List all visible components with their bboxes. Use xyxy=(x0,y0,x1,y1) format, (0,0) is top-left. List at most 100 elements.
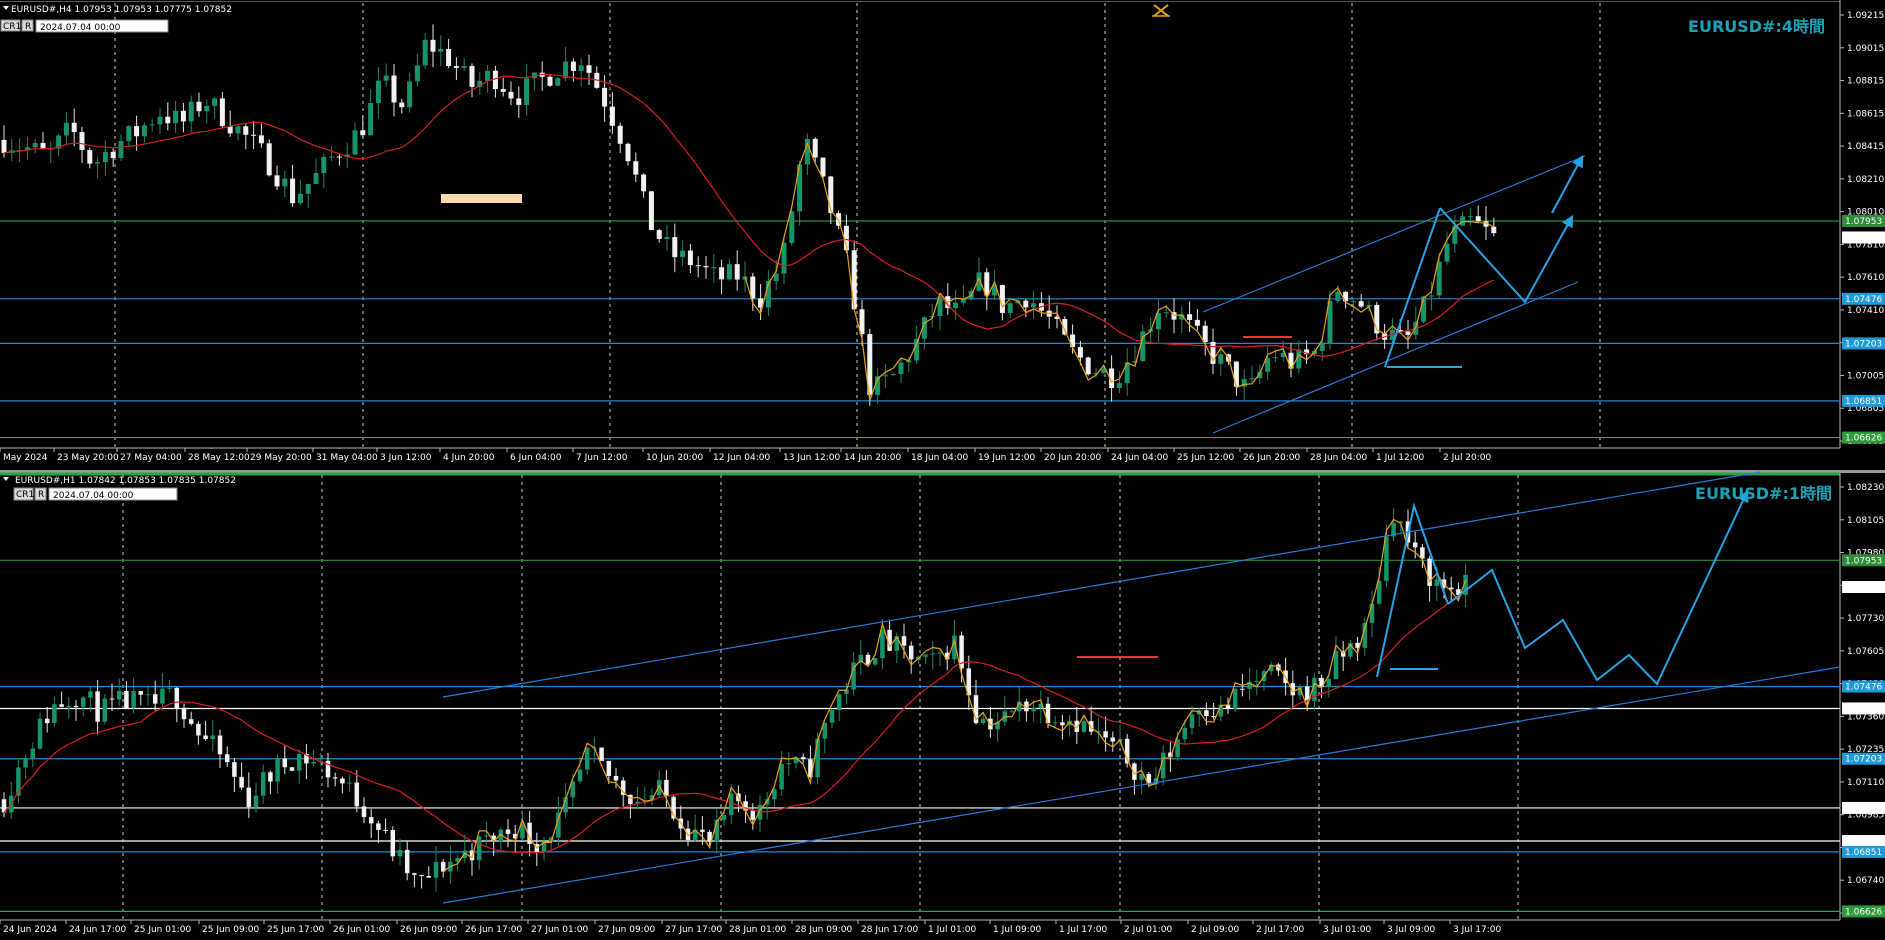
bot-candle-body xyxy=(268,772,273,782)
bot-candle-body xyxy=(239,776,244,788)
bot-candle-body xyxy=(131,691,136,708)
top-candle-body xyxy=(235,126,241,134)
top-candle-body xyxy=(609,106,615,126)
top-candle-body xyxy=(95,162,101,164)
top-time-label: 1 Jul 12:00 xyxy=(1376,453,1425,463)
bot-candle-body xyxy=(404,849,410,874)
top-candle-body xyxy=(352,130,358,155)
top-candle-body xyxy=(453,66,459,68)
bot-candle-body xyxy=(52,704,57,724)
bot-candle-body xyxy=(433,861,439,878)
bottom-panel[interactable]: EURUSD#,H1 1.07842 1.07853 1.07835 1.078… xyxy=(0,471,1885,935)
top-candle-body xyxy=(602,87,608,107)
bot-time-label: 1 Jul 09:00 xyxy=(993,925,1042,935)
top-candle-body xyxy=(173,110,179,124)
bot-candle-body xyxy=(426,876,432,878)
top-candle-body xyxy=(664,237,670,239)
top-candle-body xyxy=(126,126,132,142)
bot-candle-body xyxy=(1110,737,1116,742)
bot-candle-body xyxy=(289,767,295,771)
bot-candle-body xyxy=(1240,688,1245,690)
chart-canvas[interactable]: EURUSD#,H4 1.07953 1.07953 1.07775 1.078… xyxy=(0,0,1885,940)
top-candle-body xyxy=(687,250,693,266)
top-candle-body xyxy=(672,237,678,258)
bot-price-label: 1.08105 xyxy=(1847,516,1884,526)
bot-candle-body xyxy=(930,653,936,655)
bottom-collapse-icon[interactable] xyxy=(3,477,9,481)
bottom-symbol-header: EURUSD#,H1 1.07842 1.07853 1.07835 1.078… xyxy=(15,476,236,486)
top-candle-body xyxy=(828,176,834,214)
bot-candle-body xyxy=(577,769,583,782)
top-candle-body xyxy=(1031,303,1037,308)
top-candle-body xyxy=(547,76,553,86)
bot-candle-body xyxy=(1434,579,1440,586)
bot-candle-body xyxy=(210,735,216,740)
bot-candle-body xyxy=(296,753,302,771)
bottom-channel-lower[interactable] xyxy=(442,666,1841,904)
top-candle-body xyxy=(134,126,140,137)
bottom-projection-path[interactable] xyxy=(1447,489,1749,686)
top-candle-body xyxy=(297,193,303,204)
bot-price-tag-label: 1.06626 xyxy=(1845,907,1882,917)
bot-candle-body xyxy=(23,758,28,768)
bot-candle-body xyxy=(872,658,878,665)
top-time-label: 18 Jun 04:00 xyxy=(911,453,968,463)
top-candle-body xyxy=(422,39,428,66)
top-time-label: May 2024 xyxy=(3,453,48,463)
bottom-time-axis: 24 Jun 2024 24 Jun 17:00 25 Jun 01:00 25 Ju… xyxy=(0,920,1502,935)
bot-time-label: 24 Jun 17:00 xyxy=(69,925,126,935)
bot-candle-body xyxy=(1232,688,1238,709)
top-candle-body xyxy=(399,102,405,108)
top-candle-body xyxy=(1085,357,1091,375)
top-candle-body xyxy=(282,178,288,187)
bot-time-label: 1 Jul 01:00 xyxy=(928,925,977,935)
top-candle-body xyxy=(1452,225,1458,244)
top-price-tag-label: 1.06851 xyxy=(1845,397,1882,407)
top-candle-body xyxy=(508,91,514,99)
bot-candle-body xyxy=(937,652,943,654)
bot-candle-body xyxy=(311,761,316,764)
top-candle-body xyxy=(375,80,381,103)
top-candle-body xyxy=(1187,314,1193,320)
bottom-channel-upper[interactable] xyxy=(442,471,1761,698)
bot-time-label: 26 Jun 09:00 xyxy=(400,925,457,935)
top-candle-body xyxy=(1467,216,1473,218)
top-candle-body xyxy=(243,126,249,135)
top-candle-body xyxy=(617,125,623,144)
top-time-label: 7 Jun 12:00 xyxy=(576,453,628,463)
bot-time-label: 3 Jul 09:00 xyxy=(1387,925,1436,935)
top-panel[interactable]: EURUSD#,H4 1.07953 1.07953 1.07775 1.078… xyxy=(0,0,1885,470)
bot-candle-body xyxy=(1333,651,1339,680)
bot-candle-body xyxy=(30,748,36,759)
bot-candle-body xyxy=(484,835,489,837)
top-time-label: 10 Jun 20:00 xyxy=(646,453,703,463)
bot-candle-body xyxy=(66,706,72,708)
top-candle-body xyxy=(212,98,218,106)
bot-candle-body xyxy=(138,691,144,695)
bot-candle-body xyxy=(124,690,129,708)
bot-candle-body xyxy=(260,772,266,796)
bot-candle-body xyxy=(980,718,986,724)
bot-candle-body xyxy=(815,738,820,778)
top-time-label: 2 Jul 20:00 xyxy=(1443,453,1492,463)
top-candle-body xyxy=(625,143,631,162)
top-candle-body xyxy=(1116,383,1122,389)
bot-price-label: 1.07110 xyxy=(1847,778,1884,788)
top-candle-body xyxy=(1007,303,1013,313)
bot-time-label: 25 Jun 17:00 xyxy=(267,925,324,935)
top-price-label: 1.08815 xyxy=(1847,77,1884,87)
bot-candle-body xyxy=(217,735,223,755)
top-time-label: 6 Jun 04:00 xyxy=(510,453,562,463)
bot-candle-body xyxy=(664,779,669,797)
top-candle-body xyxy=(383,75,389,81)
bot-time-label: 27 Jun 17:00 xyxy=(665,925,722,935)
top-rectangle-object[interactable] xyxy=(441,194,522,203)
bot-candle-body xyxy=(376,823,381,830)
bot-candle-body xyxy=(246,787,252,807)
top-candle-body xyxy=(469,65,475,87)
top-date-value: 2024.07.04 00:00 xyxy=(40,23,121,33)
bot-time-label: 3 Jul 17:00 xyxy=(1453,925,1502,935)
bot-price-tag-label: 1.06851 xyxy=(1845,848,1882,858)
top-candle-body xyxy=(719,267,725,280)
top-price-label: 1.08415 xyxy=(1847,142,1884,152)
